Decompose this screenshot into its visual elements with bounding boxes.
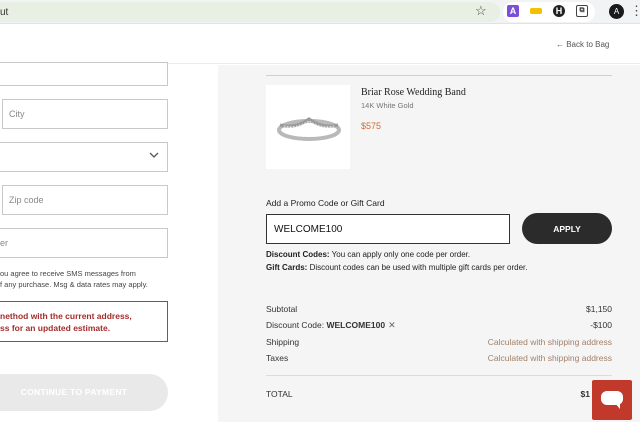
discount-label-group: Discount Code: WELCOME100 ✕ <box>266 320 396 331</box>
city-placeholder: City <box>9 109 25 119</box>
discount-label: Discount Code: <box>266 320 327 330</box>
taxes-row: Taxes Calculated with shipping address <box>266 353 612 367</box>
ring-image-icon <box>276 113 342 148</box>
product-variant: 14K White Gold <box>361 101 414 110</box>
state-select[interactable] <box>0 142 168 172</box>
product-name: Briar Rose Wedding Band <box>361 87 466 98</box>
subtotal-label: Subtotal <box>266 304 298 314</box>
extension-yellow-icon[interactable] <box>530 8 542 14</box>
gift-cards-note: Gift Cards: Discount codes can be used w… <box>266 263 527 272</box>
city-field[interactable] <box>2 99 168 129</box>
sms-consent-text: ou agree to receive SMS messages from f … <box>0 268 170 290</box>
divider <box>266 75 612 76</box>
continue-to-payment-button[interactable]: CONTINUE TO PAYMENT <box>0 374 168 411</box>
discount-codes-note-text: You can apply only one code per order. <box>329 250 471 259</box>
sms-consent-line: ou agree to receive SMS messages from <box>0 269 136 278</box>
discount-value: -$100 <box>590 320 612 330</box>
discount-codes-note: Discount Codes: You can apply only one c… <box>266 250 470 259</box>
back-to-bag-link[interactable]: ← Back to Bag <box>556 40 609 49</box>
checkout-header <box>0 24 640 64</box>
zip-placeholder: Zip code <box>9 195 44 205</box>
total-value: $1 <box>580 389 590 399</box>
shipping-error-message: nethod with the current address, ss for … <box>0 310 132 334</box>
shipping-row: Shipping Calculated with shipping addres… <box>266 337 612 351</box>
promo-code-label: Add a Promo Code or Gift Card <box>266 198 385 208</box>
total-row: TOTAL $1 <box>266 389 612 403</box>
extension-h-icon[interactable]: H <box>553 5 565 17</box>
total-label: TOTAL <box>266 389 293 399</box>
sms-consent-line: f any purchase. Msg & data rates may app… <box>0 280 148 289</box>
apply-promo-button[interactable]: APPLY <box>522 213 612 244</box>
divider <box>266 375 612 376</box>
address-field[interactable] <box>0 62 168 86</box>
gift-cards-note-text: Discount codes can be used with multiple… <box>307 263 528 272</box>
shipping-label: Shipping <box>266 337 300 347</box>
product-price: $575 <box>361 121 382 131</box>
error-line: ss for an updated estimate. <box>0 323 111 333</box>
extensions-puzzle-icon[interactable]: ⧉ <box>576 5 588 17</box>
browser-menu-icon[interactable]: ⋮ <box>630 3 640 19</box>
discount-row: Discount Code: WELCOME100 ✕ -$100 <box>266 320 612 334</box>
taxes-label: Taxes <box>266 353 289 363</box>
promo-code-input[interactable] <box>266 214 510 244</box>
applied-discount-code: WELCOME100 <box>326 320 386 330</box>
taxes-value: Calculated with shipping address <box>487 353 612 363</box>
gift-cards-note-title: Gift Cards: <box>266 263 308 272</box>
chevron-down-icon <box>149 151 159 162</box>
error-line: nethod with the current address, <box>0 311 132 321</box>
address-bar[interactable]: ut <box>0 2 500 22</box>
address-bar-text: ut <box>0 7 9 18</box>
browser-toolbar: ut ☆ A H ⧉ A ⋮ <box>0 0 640 24</box>
phone-placeholder: er <box>0 238 9 248</box>
extension-a-icon[interactable]: A <box>507 5 519 17</box>
remove-code-icon[interactable]: ✕ <box>388 320 396 330</box>
chat-icon-tail <box>615 403 620 409</box>
shipping-value: Calculated with shipping address <box>487 337 612 347</box>
subtotal-value: $1,150 <box>586 304 612 314</box>
phone-field[interactable] <box>0 228 168 258</box>
discount-codes-note-title: Discount Codes: <box>266 250 330 259</box>
subtotal-row: Subtotal $1,150 <box>266 304 612 318</box>
bookmark-star-icon[interactable]: ☆ <box>475 3 487 19</box>
profile-avatar[interactable]: A <box>609 4 624 19</box>
